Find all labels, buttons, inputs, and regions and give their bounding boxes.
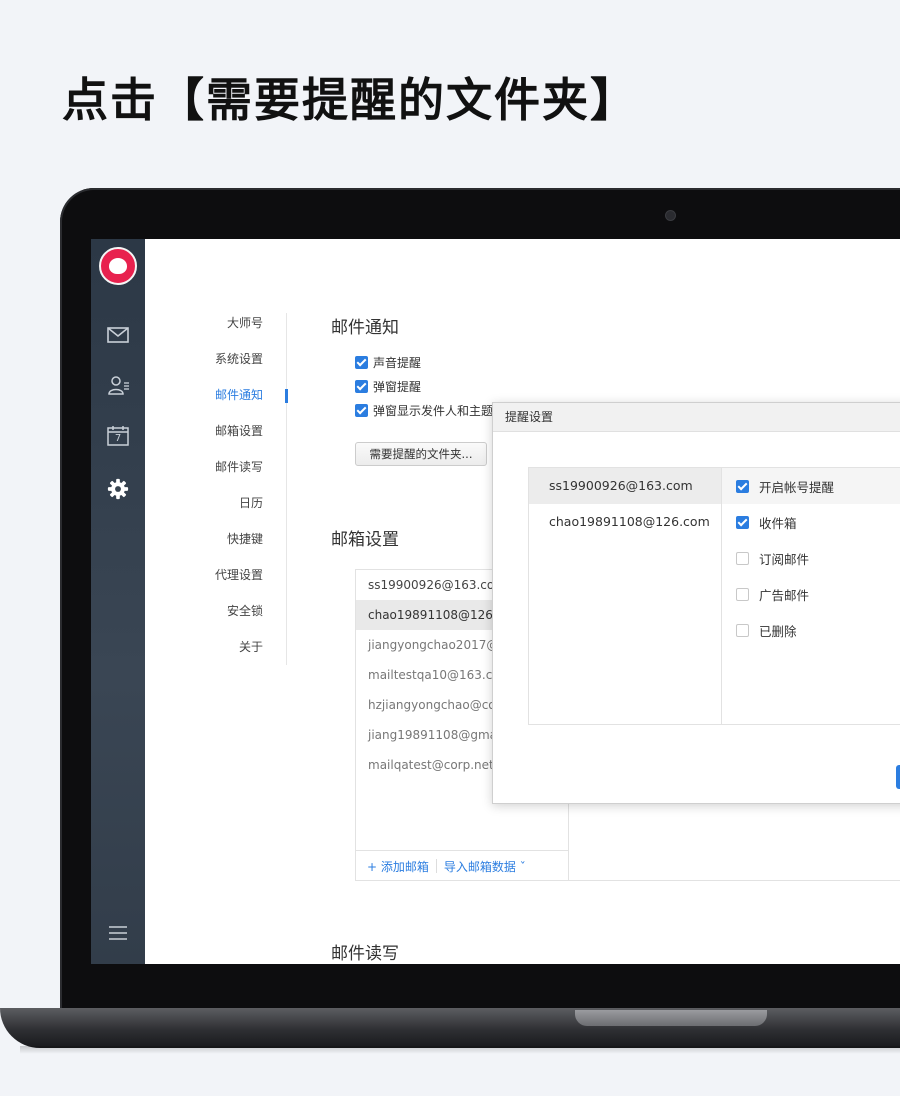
enable-account-alert-label: 开启帐号提醒 <box>759 479 835 495</box>
subscription-label: 订阅邮件 <box>759 551 810 567</box>
inbox-checkbox[interactable] <box>736 515 749 529</box>
ads-label: 广告邮件 <box>759 587 810 603</box>
calendar-day: 7 <box>114 433 122 444</box>
deleted-checkbox[interactable] <box>736 623 749 637</box>
popup-alert-option[interactable]: 弹窗提醒 <box>355 378 421 394</box>
notify-folders-button[interactable]: 需要提醒的文件夹... <box>355 442 487 466</box>
reminder-settings-dialog: 提醒设置 ss19900926@163.com chao19891108@126… <box>492 402 900 804</box>
laptop-shadow <box>20 1046 900 1054</box>
sound-alert-label: 声音提醒 <box>373 355 422 370</box>
subscription-option[interactable]: 订阅邮件 <box>722 540 900 576</box>
nav-item-master[interactable]: 大师号 <box>197 313 263 349</box>
nav-item-mailbox[interactable]: 邮箱设置 <box>197 421 263 457</box>
dialog-folder-options: 开启帐号提醒 收件箱 订阅邮件 广告邮件 已删除 <box>721 467 900 725</box>
notify-section-title: 邮件通知 <box>331 318 399 338</box>
nav-item-shortcuts[interactable]: 快捷键 <box>197 529 263 565</box>
nav-active-marker <box>285 389 288 403</box>
mailbox-list-footer: + 添加邮箱 导入邮箱数据 ˇ <box>356 850 569 881</box>
dialog-account-item[interactable]: chao19891108@126.com <box>529 504 722 540</box>
sound-alert-option[interactable]: 声音提醒 <box>355 354 421 370</box>
app-sidebar: 7 <box>91 239 145 964</box>
nav-item-security-lock[interactable]: 安全锁 <box>197 601 263 637</box>
add-mailbox-link[interactable]: + 添加邮箱 <box>367 858 429 875</box>
app-window: 7 大师号 系统设置 邮件通知 邮箱设置 邮件读写 日历 快捷键 代理设置 安全… <box>91 239 900 964</box>
dialog-account-list: ss19900926@163.com chao19891108@126.com <box>528 467 722 725</box>
nav-item-readwrite[interactable]: 邮件读写 <box>197 457 263 493</box>
enable-account-alert-option[interactable]: 开启帐号提醒 <box>722 468 900 504</box>
inbox-option[interactable]: 收件箱 <box>722 504 900 540</box>
enable-account-alert-checkbox[interactable] <box>736 479 749 493</box>
popup-sender-checkbox[interactable] <box>355 403 368 417</box>
dialog-account-item-selected[interactable]: ss19900926@163.com <box>529 468 722 504</box>
readwrite-section-title: 邮件读写 <box>331 944 399 964</box>
page-headline: 点击【需要提醒的文件夹】 <box>62 73 638 127</box>
settings-icon[interactable] <box>106 478 130 500</box>
avatar[interactable] <box>99 247 137 285</box>
nav-item-calendar[interactable]: 日历 <box>197 493 263 529</box>
nav-item-notify[interactable]: 邮件通知 <box>197 385 263 421</box>
calendar-icon[interactable]: 7 <box>106 425 130 447</box>
import-mailbox-data-link[interactable]: 导入邮箱数据 ˇ <box>444 858 526 875</box>
camera-icon <box>666 211 675 220</box>
ads-option[interactable]: 广告邮件 <box>722 576 900 612</box>
popup-alert-label: 弹窗提醒 <box>373 379 422 394</box>
deleted-option[interactable]: 已删除 <box>722 612 900 648</box>
mascot-icon <box>109 258 127 274</box>
popup-sender-option[interactable]: 弹窗显示发件人和主题 <box>355 402 493 418</box>
inbox-label: 收件箱 <box>759 515 797 531</box>
popup-sender-label: 弹窗显示发件人和主题 <box>373 403 494 418</box>
subscription-checkbox[interactable] <box>736 551 749 565</box>
nav-divider <box>286 313 287 665</box>
dialog-title: 提醒设置 <box>493 403 900 432</box>
sound-alert-checkbox[interactable] <box>355 355 368 369</box>
popup-alert-checkbox[interactable] <box>355 379 368 393</box>
mailbox-section-title: 邮箱设置 <box>331 530 399 550</box>
nav-item-system[interactable]: 系统设置 <box>197 349 263 385</box>
dialog-confirm-button[interactable] <box>896 765 900 789</box>
nav-item-proxy[interactable]: 代理设置 <box>197 565 263 601</box>
nav-item-about[interactable]: 关于 <box>197 637 263 673</box>
menu-icon[interactable] <box>106 922 130 944</box>
ads-checkbox[interactable] <box>736 587 749 601</box>
laptop-notch <box>575 1010 767 1026</box>
contacts-icon[interactable] <box>106 374 130 396</box>
mail-icon[interactable] <box>106 324 130 346</box>
deleted-label: 已删除 <box>759 623 797 639</box>
footer-separator <box>435 859 437 873</box>
settings-nav: 大师号 系统设置 邮件通知 邮箱设置 邮件读写 日历 快捷键 代理设置 安全锁 … <box>197 313 263 673</box>
